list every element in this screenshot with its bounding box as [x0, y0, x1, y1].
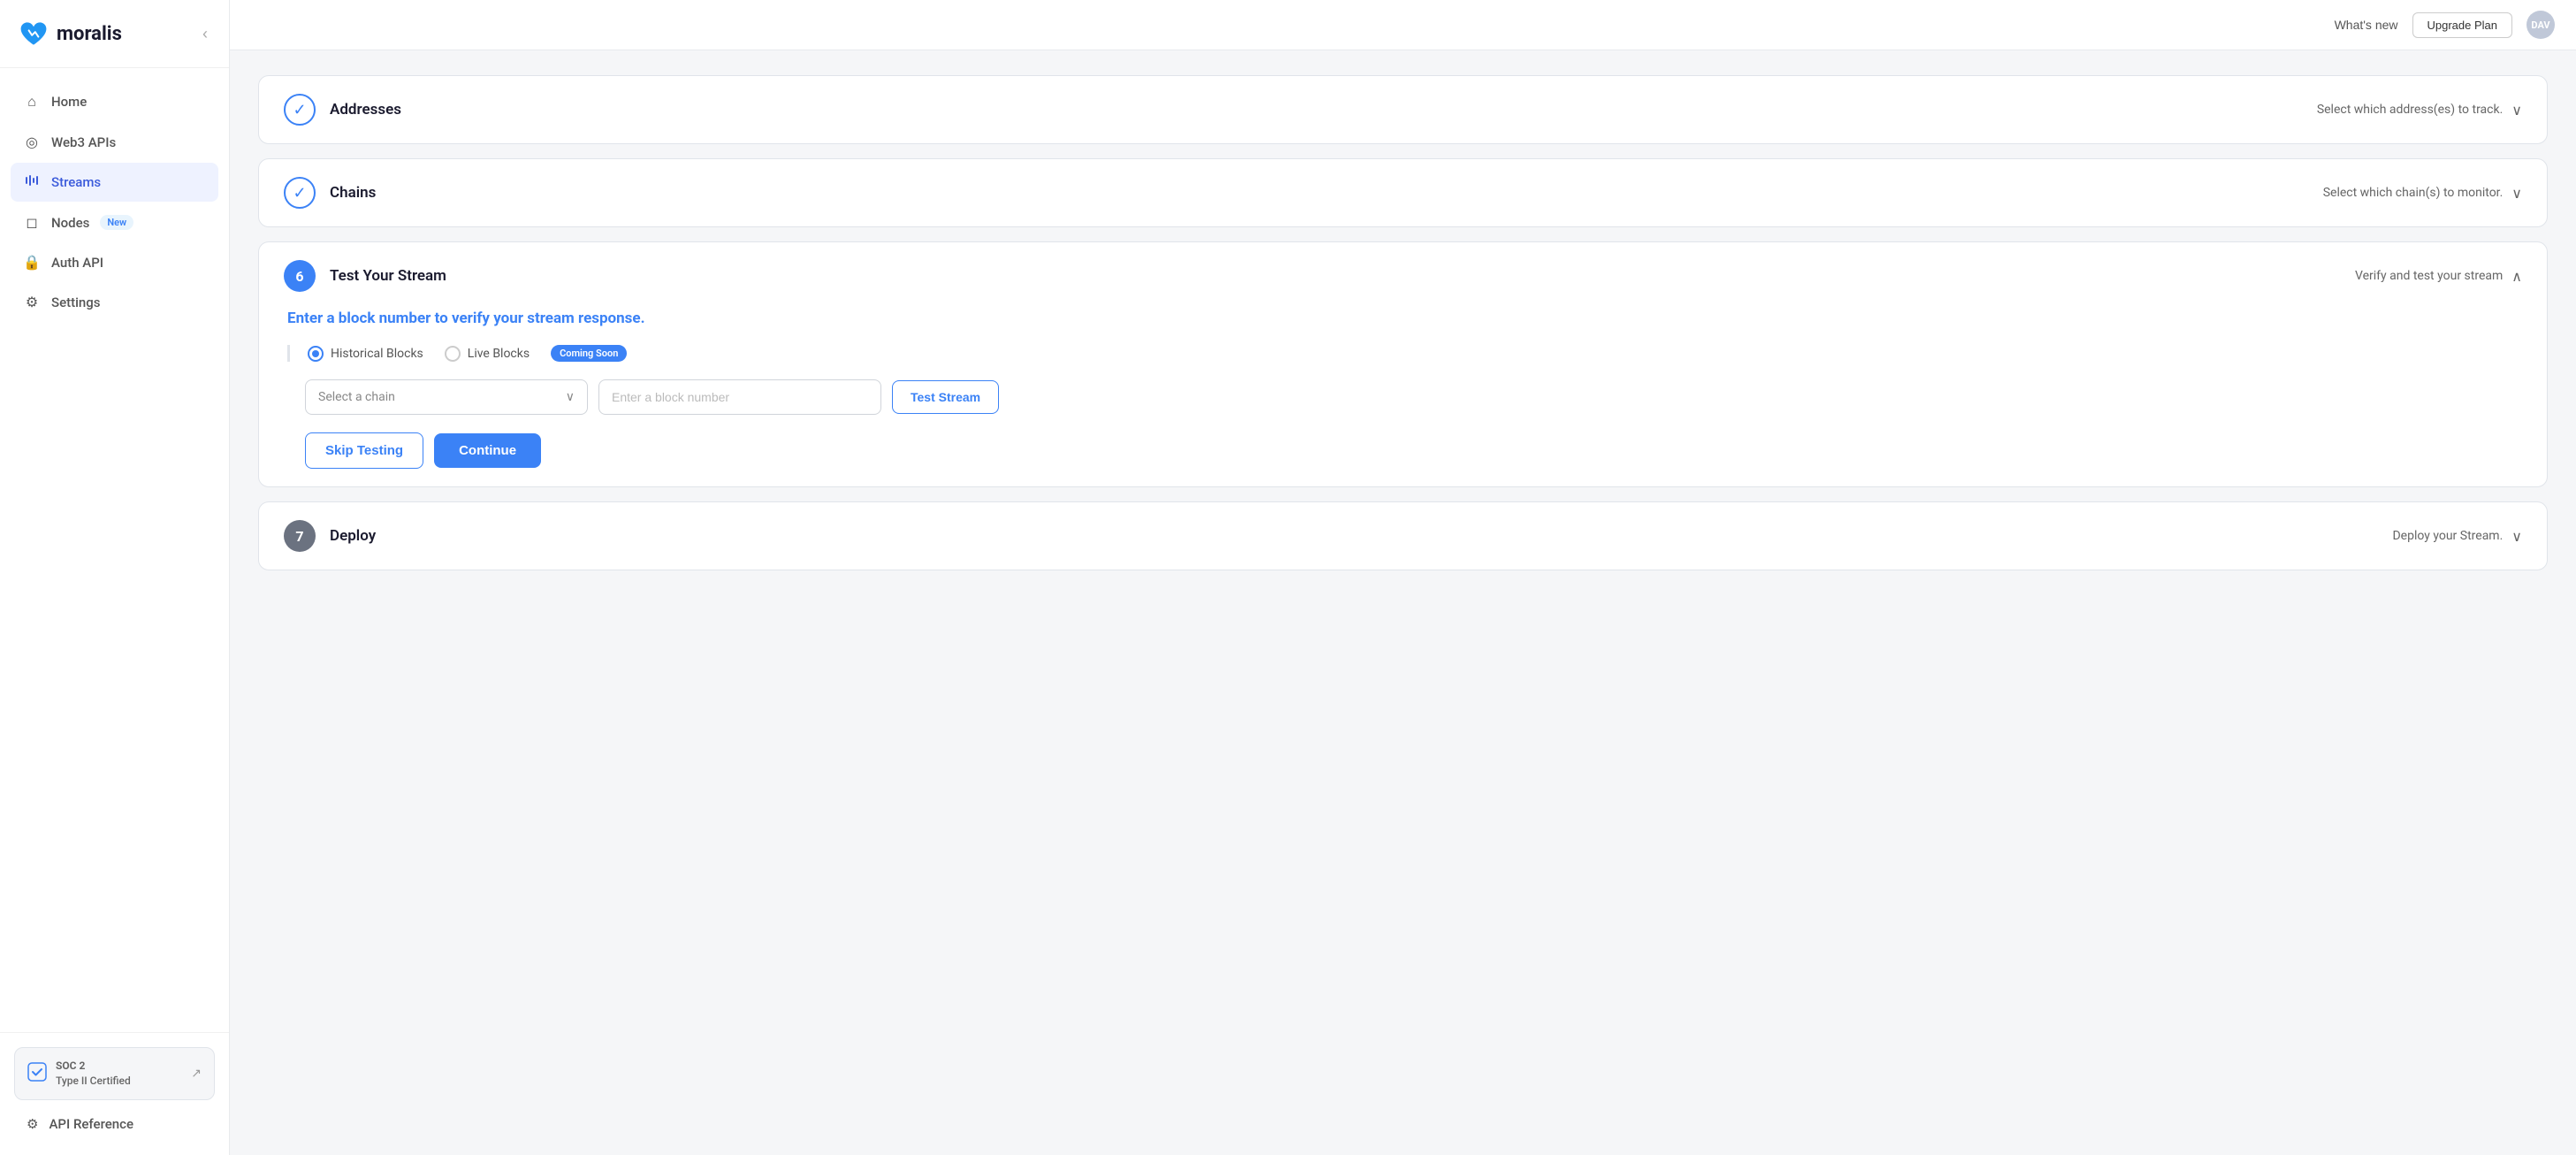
deploy-card: 7 Deploy Deploy your Stream. ∨ — [258, 501, 2548, 570]
soc2-icon — [27, 1062, 47, 1086]
sidebar-logo: moralis ‹ — [0, 0, 229, 68]
block-input-row: Select a chain ∨ Test Stream — [287, 379, 2522, 415]
sidebar-item-web3apis[interactable]: ◎ Web3 APIs — [11, 123, 218, 161]
addresses-header-right: Select which address(es) to track. ∨ — [2317, 102, 2522, 119]
settings-icon: ⚙ — [23, 294, 41, 310]
soc2-arrow-icon: ↗ — [191, 1067, 202, 1081]
sidebar-item-apiref-label: API Reference — [49, 1116, 133, 1132]
test-stream-chevron-icon[interactable]: ∧ — [2511, 268, 2522, 285]
deploy-step-icon: 7 — [284, 520, 316, 552]
skip-testing-button[interactable]: Skip Testing — [305, 432, 423, 469]
content-area: ✓ Addresses Select which address(es) to … — [230, 50, 2576, 1155]
test-stream-card-header: 6 Test Your Stream Verify and test your … — [284, 260, 2522, 292]
block-number-input[interactable] — [598, 379, 881, 415]
chains-check-icon: ✓ — [284, 177, 316, 209]
test-stream-description: Verify and test your stream — [2355, 269, 2503, 283]
streams-icon — [23, 173, 41, 191]
coming-soon-badge: Coming Soon — [551, 345, 627, 362]
deploy-description: Deploy your Stream. — [2392, 529, 2503, 543]
sidebar-item-authapi[interactable]: 🔒 Auth API — [11, 243, 218, 281]
home-icon: ⌂ — [23, 93, 41, 111]
test-stream-card: 6 Test Your Stream Verify and test your … — [258, 241, 2548, 487]
live-blocks-label: Live Blocks — [468, 347, 530, 361]
sidebar-collapse-button[interactable]: ‹ — [199, 21, 211, 47]
sidebar-nav: ⌂ Home ◎ Web3 APIs Streams ◻ Nodes New 🔒… — [0, 68, 229, 1032]
sidebar-item-streams-label: Streams — [51, 174, 101, 190]
test-stream-body: Enter a block number to verify your stre… — [284, 310, 2522, 469]
historical-blocks-label: Historical Blocks — [331, 347, 423, 361]
addresses-chevron-icon[interactable]: ∨ — [2511, 102, 2522, 119]
chains-chevron-icon[interactable]: ∨ — [2511, 185, 2522, 202]
sidebar-item-authapi-label: Auth API — [51, 255, 103, 271]
test-stream-subtitle: Enter a block number to verify your stre… — [287, 310, 2522, 327]
sidebar-item-nodes[interactable]: ◻ Nodes New — [11, 203, 218, 241]
addresses-card-header: ✓ Addresses Select which address(es) to … — [284, 94, 2522, 126]
chains-card-header: ✓ Chains Select which chain(s) to monito… — [284, 177, 2522, 209]
sidebar-item-home-label: Home — [51, 94, 87, 110]
apiref-icon: ⚙ — [27, 1116, 38, 1132]
test-stream-header-right: Verify and test your stream ∧ — [2355, 268, 2522, 285]
test-stream-title: Test Your Stream — [330, 267, 446, 285]
deploy-chevron-icon[interactable]: ∨ — [2511, 528, 2522, 545]
addresses-description: Select which address(es) to track. — [2317, 103, 2503, 117]
chains-card: ✓ Chains Select which chain(s) to monito… — [258, 158, 2548, 227]
sidebar-item-settings[interactable]: ⚙ Settings — [11, 283, 218, 321]
chain-select-dropdown[interactable]: Select a chain ∨ — [305, 379, 588, 415]
chains-header-right: Select which chain(s) to monitor. ∨ — [2323, 185, 2522, 202]
addresses-check-icon: ✓ — [284, 94, 316, 126]
main-content: What's new Upgrade Plan DAV ✓ Addresses … — [230, 0, 2576, 1155]
action-row: Skip Testing Continue — [287, 432, 2522, 469]
sidebar-item-settings-label: Settings — [51, 294, 101, 310]
soc2-title: SOC 2 — [56, 1059, 131, 1074]
sidebar-item-apiref[interactable]: ⚙ API Reference — [14, 1107, 215, 1141]
chain-select-placeholder: Select a chain — [318, 390, 395, 404]
upgrade-plan-button[interactable]: Upgrade Plan — [2412, 12, 2513, 38]
live-blocks-radio[interactable] — [445, 346, 461, 362]
deploy-card-header: 7 Deploy Deploy your Stream. ∨ — [284, 520, 2522, 552]
chains-description: Select which chain(s) to monitor. — [2323, 186, 2504, 200]
addresses-card: ✓ Addresses Select which address(es) to … — [258, 75, 2548, 144]
sidebar-item-nodes-label: Nodes — [51, 215, 89, 231]
avatar: DAV — [2526, 11, 2555, 39]
sidebar-item-web3apis-label: Web3 APIs — [51, 134, 116, 150]
logo: moralis — [18, 18, 122, 50]
topbar: What's new Upgrade Plan DAV — [230, 0, 2576, 50]
deploy-title: Deploy — [330, 527, 376, 545]
addresses-title: Addresses — [330, 101, 401, 119]
sidebar-footer: SOC 2 Type II Certified ↗ ⚙ API Referenc… — [0, 1032, 229, 1155]
test-stream-step-icon: 6 — [284, 260, 316, 292]
block-type-radio-row: Historical Blocks Live Blocks Coming Soo… — [287, 345, 2522, 362]
live-blocks-option[interactable]: Live Blocks — [445, 346, 530, 362]
continue-button[interactable]: Continue — [434, 433, 541, 468]
deploy-header-right: Deploy your Stream. ∨ — [2392, 528, 2522, 545]
web3apis-icon: ◎ — [23, 134, 41, 150]
soc2-text: SOC 2 Type II Certified — [56, 1059, 131, 1089]
nodes-new-badge: New — [100, 215, 133, 230]
soc2-subtitle: Type II Certified — [56, 1074, 131, 1089]
chain-select-chevron-icon: ∨ — [566, 390, 575, 404]
chains-title: Chains — [330, 184, 376, 202]
test-stream-button[interactable]: Test Stream — [892, 380, 999, 414]
sidebar-item-streams[interactable]: Streams — [11, 163, 218, 202]
brand-name: moralis — [57, 23, 122, 45]
authapi-icon: 🔒 — [23, 254, 41, 271]
sidebar: moralis ‹ ⌂ Home ◎ Web3 APIs Streams ◻ N… — [0, 0, 230, 1155]
historical-blocks-radio[interactable] — [308, 346, 324, 362]
soc2-badge[interactable]: SOC 2 Type II Certified ↗ — [14, 1047, 215, 1100]
sidebar-item-home[interactable]: ⌂ Home — [11, 82, 218, 121]
historical-blocks-option[interactable]: Historical Blocks — [308, 346, 423, 362]
nodes-icon: ◻ — [23, 214, 41, 231]
whats-new-button[interactable]: What's new — [2335, 18, 2398, 32]
